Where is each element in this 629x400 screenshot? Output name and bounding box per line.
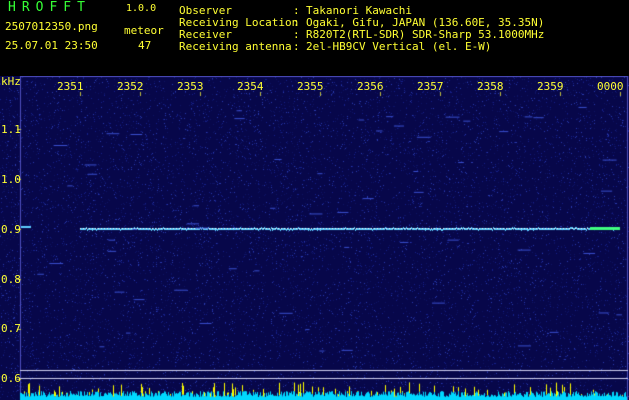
timestamp: 25.07.01 23:50 — [5, 39, 98, 52]
time-tick-label: 2356 — [357, 80, 384, 93]
meteor-count: 47 — [138, 39, 152, 52]
time-tick-label: 2358 — [477, 80, 504, 93]
time-tick-label: 2355 — [297, 80, 324, 93]
file-name: 2507012350.png — [5, 20, 98, 33]
meteor-label: meteor — [124, 24, 164, 37]
info-separator: : — [293, 40, 300, 53]
time-tick-label: 0000 — [597, 80, 624, 93]
freq-tick-label: 1.0 — [1, 173, 21, 186]
time-tick-label: 2352 — [117, 80, 144, 93]
spectrogram-waterfall — [0, 76, 629, 400]
time-tick-label: 2359 — [537, 80, 564, 93]
time-tick-label: 2354 — [237, 80, 264, 93]
freq-tick-label: 0.7 — [1, 322, 21, 335]
freq-tick-label: 1.1 — [1, 123, 21, 136]
freq-tick-label: 0.6 — [1, 372, 21, 385]
freq-tick-label: 0.8 — [1, 273, 21, 286]
header-panel: HROFFT 1.0.0 2507012350.png meteor 25.07… — [0, 0, 629, 76]
app-version: 1.0.0 — [126, 3, 157, 14]
freq-tick-label: 0.9 — [1, 223, 21, 236]
time-tick-label: 2351 — [57, 80, 84, 93]
unit-label: kHz — [1, 75, 21, 88]
time-tick-label: 2353 — [177, 80, 204, 93]
antenna-label: Receiving antenna — [179, 40, 292, 53]
antenna-value: 2el-HB9CV Vertical (el. E-W) — [306, 40, 492, 53]
app-title: HROFFT — [8, 0, 91, 15]
time-tick-label: 2357 — [417, 80, 444, 93]
